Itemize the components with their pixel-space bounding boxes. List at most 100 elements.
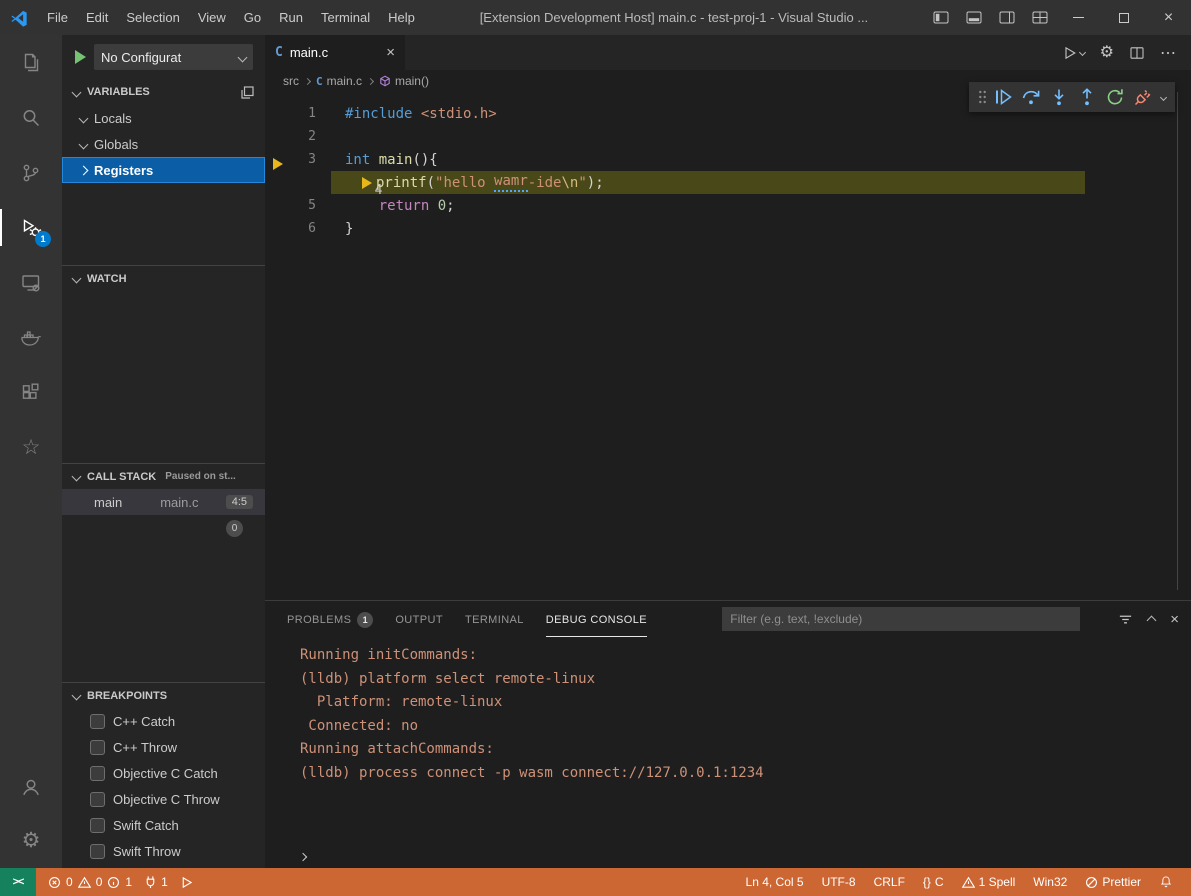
cursor-position[interactable]: Ln 4, Col 5 [740, 875, 810, 889]
minimize-button[interactable] [1056, 10, 1101, 26]
step-into-icon[interactable] [1045, 85, 1073, 109]
tab-terminal[interactable]: TERMINAL [465, 601, 524, 637]
tab-debug-console[interactable]: DEBUG CONSOLE [546, 601, 647, 637]
checkbox[interactable] [90, 740, 105, 755]
breadcrumb-symbol-main[interactable]: main() [379, 74, 429, 88]
settings-gear-icon[interactable]: ⚙ [0, 812, 62, 868]
remote-explorer-icon[interactable] [0, 255, 62, 310]
spell-checker-status[interactable]: 1 Spell [956, 875, 1022, 889]
platform-indicator[interactable]: Win32 [1027, 875, 1073, 889]
menu-view[interactable]: View [189, 0, 235, 35]
docker-icon[interactable] [0, 310, 62, 365]
split-editor-icon[interactable] [1129, 45, 1145, 61]
toolbar-drag-grip-icon[interactable] [975, 85, 989, 109]
plug-icon [144, 875, 157, 889]
run-or-debug-button[interactable] [1062, 45, 1085, 61]
gutter[interactable]: 2 [265, 129, 331, 144]
tab-problems[interactable]: PROBLEMS 1 [287, 601, 373, 637]
menu-run[interactable]: Run [270, 0, 312, 35]
close-panel-icon[interactable]: × [1170, 611, 1179, 628]
gutter[interactable]: 6 [265, 221, 331, 236]
checkbox[interactable] [90, 844, 105, 859]
checkbox[interactable] [90, 766, 105, 781]
menu-go[interactable]: Go [235, 0, 270, 35]
customize-layout-icon[interactable] [1023, 10, 1056, 26]
maximize-panel-icon[interactable] [1148, 612, 1155, 627]
code-line-4: 4 printf("hello wamr-ide\n"); [265, 171, 1191, 194]
gutter[interactable]: 5 [265, 198, 331, 213]
variables-scope-locals[interactable]: Locals [62, 105, 265, 131]
problems-summary[interactable]: 0 0 1 [42, 875, 138, 889]
checkbox[interactable] [90, 792, 105, 807]
call-stack-section-header[interactable]: CALL STACK Paused on st... [62, 463, 265, 489]
call-stack-frame[interactable]: main main.c 4:5 [62, 489, 265, 515]
breakpoint-swift-catch[interactable]: Swift Catch [62, 812, 265, 838]
code-editor[interactable]: 1 #include <stdio.h> 2 3 int main(){ [265, 92, 1191, 600]
close-tab-icon[interactable]: × [386, 45, 395, 60]
start-debugging-icon[interactable] [75, 50, 86, 64]
toggle-panel-icon[interactable] [957, 10, 990, 26]
prettier-status[interactable]: Prettier [1079, 875, 1147, 889]
extensions-icon[interactable] [0, 365, 62, 420]
toggle-secondary-sidebar-icon[interactable] [990, 10, 1023, 26]
encoding-indicator[interactable]: UTF-8 [816, 875, 862, 889]
tab-output[interactable]: OUTPUT [395, 601, 443, 637]
breakpoint-cpp-catch[interactable]: C++ Catch [62, 708, 265, 734]
console-input-prompt[interactable] [300, 854, 1191, 868]
search-icon[interactable] [0, 90, 62, 145]
activity-bar: 1 ☆ ⚙ [0, 35, 62, 868]
configure-gear-icon[interactable]: ⚙ [1100, 45, 1114, 61]
console-line: Platform: remote-linux [300, 691, 1191, 715]
collapse-all-icon[interactable] [241, 86, 254, 99]
disconnect-icon[interactable] [1129, 85, 1157, 109]
menu-selection[interactable]: Selection [117, 0, 188, 35]
gutter[interactable]: 1 [265, 106, 331, 121]
restart-icon[interactable] [1101, 85, 1129, 109]
toggle-sidebar-icon[interactable] [924, 10, 957, 26]
checkbox[interactable] [90, 714, 105, 729]
notifications-bell-icon[interactable] [1153, 875, 1179, 889]
language-mode[interactable]: {} C [917, 875, 950, 889]
watch-section-header[interactable]: WATCH [62, 265, 265, 291]
breadcrumb-file[interactable]: C main.c [316, 74, 362, 88]
console-filter-input[interactable] [722, 607, 1080, 631]
star-icon[interactable]: ☆ [0, 420, 62, 475]
account-icon[interactable] [0, 762, 62, 812]
tab-main-c[interactable]: C main.c × [265, 35, 405, 70]
close-window-button[interactable]: × [1146, 10, 1191, 26]
ports-indicator[interactable]: 1 [138, 868, 174, 896]
circle-slash-icon [1085, 876, 1098, 889]
menu-help[interactable]: Help [379, 0, 424, 35]
breakpoints-section-header[interactable]: BREAKPOINTS [62, 682, 265, 708]
breakpoint-swift-throw[interactable]: Swift Throw [62, 838, 265, 864]
continue-icon[interactable] [989, 85, 1017, 109]
variables-section-header[interactable]: VARIABLES [62, 79, 265, 105]
more-actions-icon[interactable]: ⋯ [1160, 43, 1176, 63]
breakpoint-cpp-throw[interactable]: C++ Throw [62, 734, 265, 760]
step-out-icon[interactable] [1073, 85, 1101, 109]
checkbox[interactable] [90, 818, 105, 833]
menu-edit[interactable]: Edit [77, 0, 117, 35]
window-title: [Extension Development Host] main.c - te… [424, 10, 924, 25]
filter-icon[interactable] [1118, 612, 1133, 627]
launch-configuration-dropdown[interactable]: No Configurat [94, 44, 253, 70]
variables-scope-globals[interactable]: Globals [62, 131, 265, 157]
menu-terminal[interactable]: Terminal [312, 0, 379, 35]
maximize-button[interactable] [1101, 10, 1146, 26]
debug-launch-indicator[interactable] [174, 868, 199, 896]
debug-console-output[interactable]: Running initCommands: (lldb) platform se… [265, 637, 1191, 868]
explorer-icon[interactable] [0, 35, 62, 90]
step-over-icon[interactable] [1017, 85, 1045, 109]
breakpoint-objc-throw[interactable]: Objective C Throw [62, 786, 265, 812]
breakpoint-objc-catch[interactable]: Objective C Catch [62, 760, 265, 786]
run-and-debug-icon[interactable]: 1 [0, 200, 62, 255]
eol-indicator[interactable]: CRLF [868, 875, 911, 889]
menu-file[interactable]: File [38, 0, 77, 35]
variables-scope-registers[interactable]: Registers [62, 157, 265, 183]
source-control-icon[interactable] [0, 145, 62, 200]
breadcrumb-src[interactable]: src [283, 74, 299, 88]
remote-indicator[interactable]: >< [0, 868, 36, 896]
debug-session-dropdown-icon[interactable] [1157, 95, 1169, 100]
breakpoint-label: Objective C Throw [113, 792, 220, 807]
inline-breakpoint-icon[interactable] [362, 177, 372, 189]
